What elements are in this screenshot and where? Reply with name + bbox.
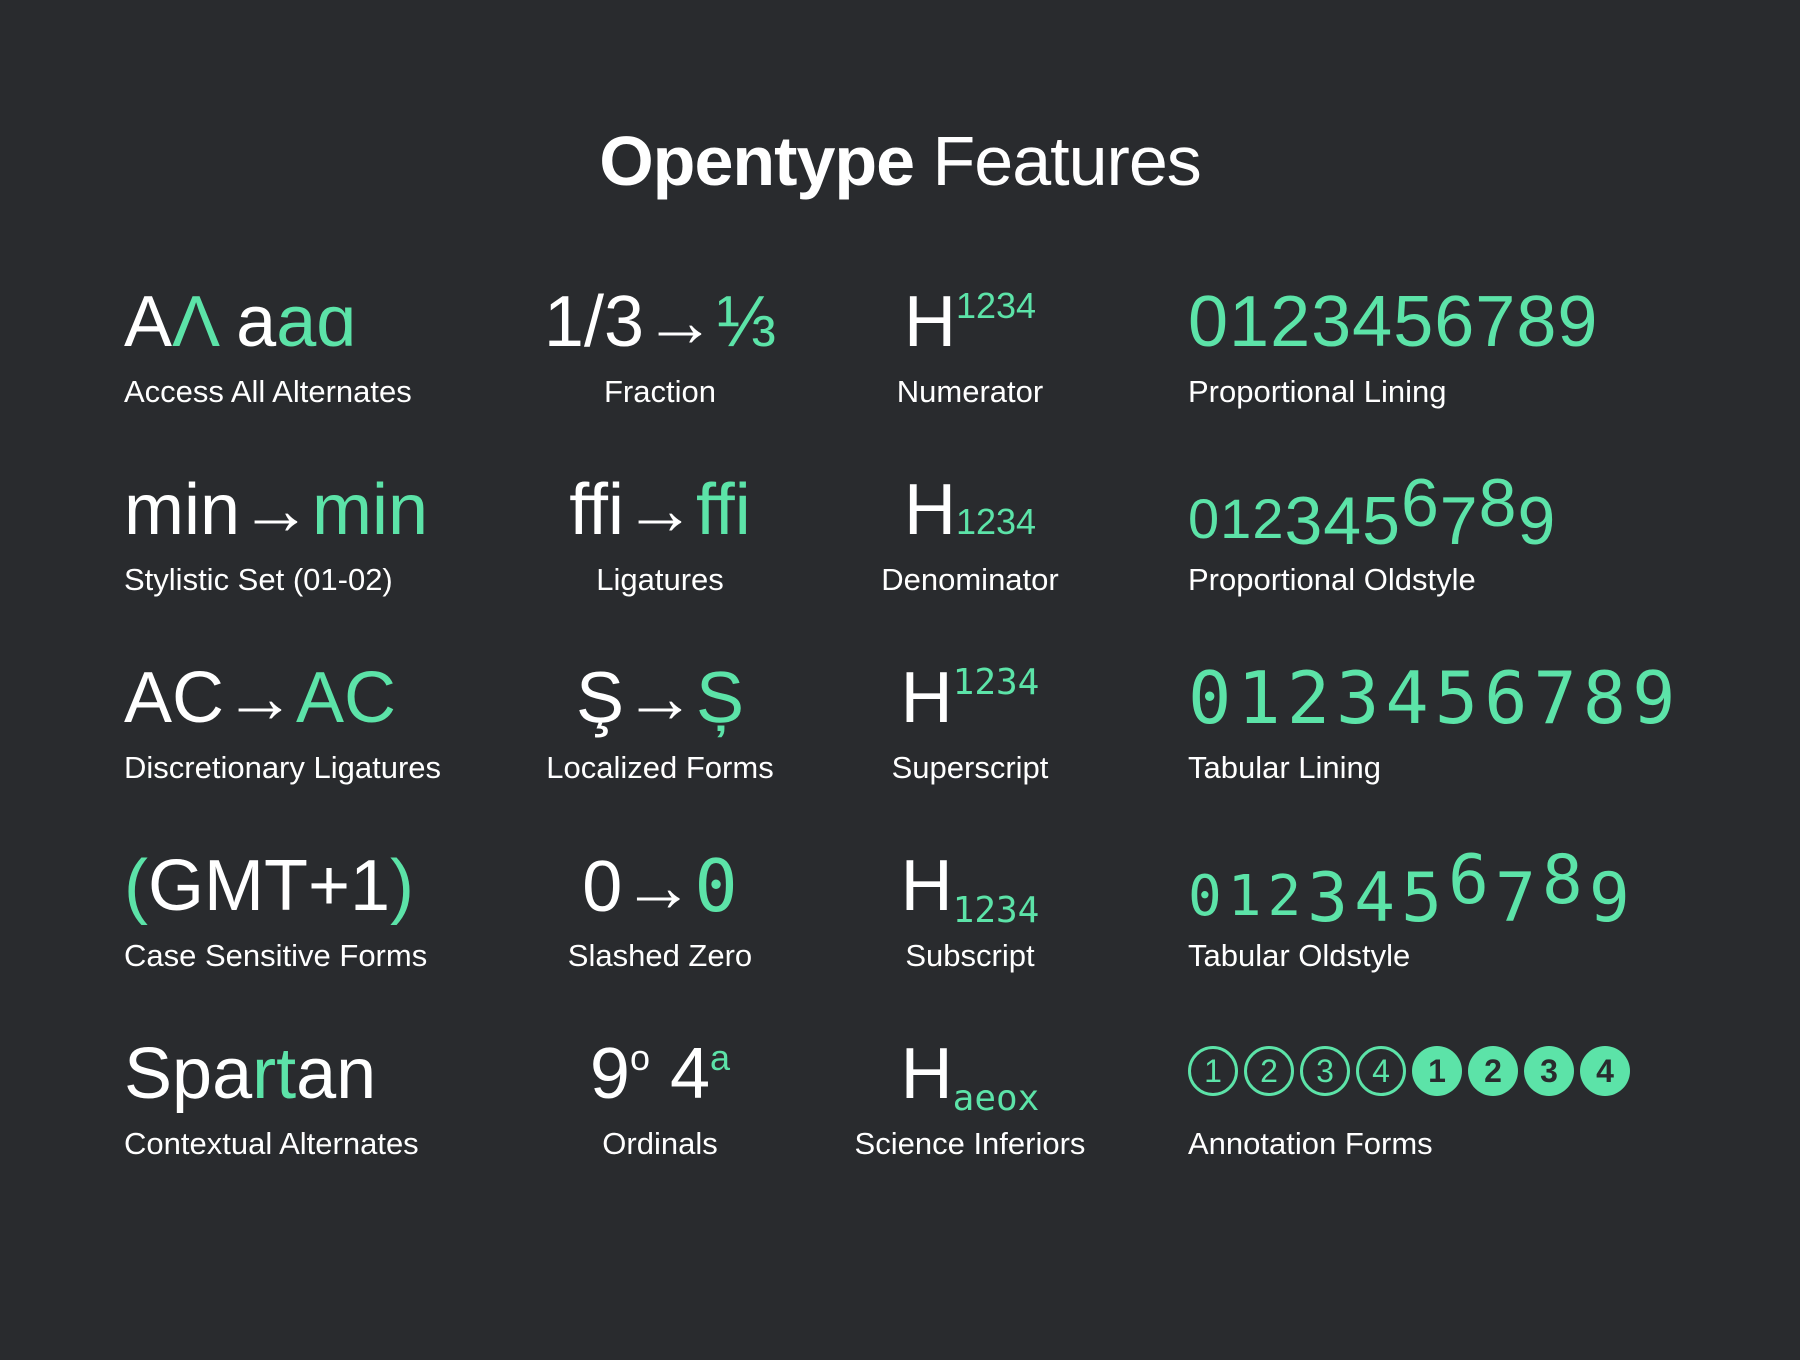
- feature-denominator: H1234 Denominator: [780, 460, 1160, 640]
- oldstyle-digit: 1: [1227, 864, 1268, 929]
- feature-contextual-alternates: Spartan Contextual Alternates: [124, 1024, 504, 1204]
- feature-label: Contextual Alternates: [124, 1126, 419, 1161]
- feature-label: Proportional Oldstyle: [1188, 562, 1476, 597]
- feature-sample: min→min: [124, 470, 429, 550]
- annotation-filled-circle: 1: [1412, 1046, 1462, 1096]
- title-bold: Opentype: [599, 122, 915, 200]
- feature-sample: 0123456789: [1188, 656, 1682, 740]
- oldstyle-digit: 4: [1354, 859, 1402, 938]
- feature-label: Proportional Lining: [1188, 374, 1447, 409]
- title-light: Features: [932, 122, 1202, 200]
- feature-discretionary-ligatures: AC→AC Discretionary Ligatures: [124, 648, 504, 828]
- feature-annotation-forms: 12341234 Annotation Forms: [1188, 1024, 1728, 1204]
- feature-case-sensitive-forms: (GMT+1) Case Sensitive Forms: [124, 836, 504, 1016]
- oldstyle-digit: 0: [1188, 487, 1221, 550]
- feature-sample: Haeox: [900, 1034, 1040, 1119]
- oldstyle-digit: 9: [1517, 483, 1557, 559]
- oldstyle-digit: 8: [1478, 465, 1518, 541]
- feature-sample: H1234: [903, 470, 1037, 550]
- oldstyle-digit: 5: [1401, 859, 1449, 938]
- feature-sample: Spartan: [124, 1034, 377, 1114]
- oldstyle-digit: 0: [1188, 864, 1228, 929]
- annotation-filled-circle: 2: [1468, 1046, 1518, 1096]
- feature-tabular-oldstyle: 0123456789 Tabular Oldstyle: [1188, 836, 1728, 1016]
- oldstyle-digit: 9: [1588, 859, 1636, 938]
- feature-label: Annotation Forms: [1188, 1126, 1433, 1161]
- feature-label: Access All Alternates: [124, 374, 412, 409]
- annotation-circles: 12341234: [1188, 1046, 1630, 1102]
- annotation-outline-circle: 1: [1188, 1046, 1238, 1096]
- feature-science-inferiors: Haeox Science Inferiors: [780, 1024, 1160, 1204]
- oldstyle-digit: 3: [1307, 859, 1355, 938]
- annotation-filled-circle: 3: [1524, 1046, 1574, 1096]
- feature-superscript: H1234 Superscript: [780, 648, 1160, 828]
- feature-sample: H1234: [900, 846, 1040, 931]
- oldstyle-digit: 6: [1400, 465, 1440, 541]
- feature-sample: H1234: [903, 282, 1037, 362]
- feature-sample: 0123456789: [1188, 460, 1728, 560]
- feature-proportional-lining: 0123456789 Proportional Lining: [1188, 272, 1728, 452]
- feature-subscript: H1234 Subscript: [780, 836, 1160, 1016]
- feature-label: Numerator: [896, 374, 1044, 409]
- page-title: Opentype Features: [0, 118, 1800, 204]
- annotation-outline-circle: 2: [1244, 1046, 1294, 1096]
- feature-label: Science Inferiors: [854, 1126, 1086, 1161]
- feature-sample: AC→AC: [124, 658, 397, 738]
- oldstyle-digit: 6: [1448, 841, 1495, 920]
- oldstyle-digit: 1: [1220, 487, 1253, 550]
- feature-label: Case Sensitive Forms: [124, 938, 428, 973]
- annotation-outline-circle: 4: [1356, 1046, 1406, 1096]
- feature-label: Denominator: [881, 562, 1059, 597]
- feature-sample: 0123456789: [1188, 282, 1599, 362]
- oldstyle-digit: 4: [1323, 483, 1363, 559]
- annotation-outline-circle: 3: [1300, 1046, 1350, 1096]
- oldstyle-digit: 5: [1362, 483, 1401, 559]
- feature-label: Stylistic Set (01-02): [124, 562, 393, 597]
- oldstyle-digit: 2: [1252, 487, 1285, 550]
- feature-label: Subscript: [905, 938, 1035, 973]
- feature-sample: H1234: [900, 658, 1040, 738]
- feature-sample: AΛ aaɑ: [124, 282, 357, 362]
- feature-label: Tabular Oldstyle: [1188, 938, 1411, 973]
- feature-sample: 0123456789: [1188, 836, 1728, 938]
- oldstyle-digit: 8: [1541, 841, 1589, 920]
- oldstyle-digit: 7: [1494, 859, 1542, 938]
- feature-access-all-alternates: AΛ aaɑ Access All Alternates: [124, 272, 504, 452]
- oldstyle-digit: 3: [1284, 483, 1324, 559]
- feature-label: Discretionary Ligatures: [124, 750, 442, 785]
- oldstyle-digit: 7: [1439, 483, 1479, 559]
- feature-proportional-oldstyle: 0123456789 Proportional Oldstyle: [1188, 460, 1728, 640]
- feature-label: Tabular Lining: [1188, 750, 1382, 785]
- oldstyle-digit: 2: [1267, 864, 1308, 929]
- feature-stylistic-set: min→min Stylistic Set (01-02): [124, 460, 504, 640]
- feature-sample: (GMT+1): [124, 846, 415, 926]
- feature-numerator: H1234 Numerator: [780, 272, 1160, 452]
- annotation-filled-circle: 4: [1580, 1046, 1630, 1096]
- feature-tabular-lining: 0123456789 Tabular Lining: [1188, 648, 1728, 828]
- feature-label: Superscript: [891, 750, 1049, 785]
